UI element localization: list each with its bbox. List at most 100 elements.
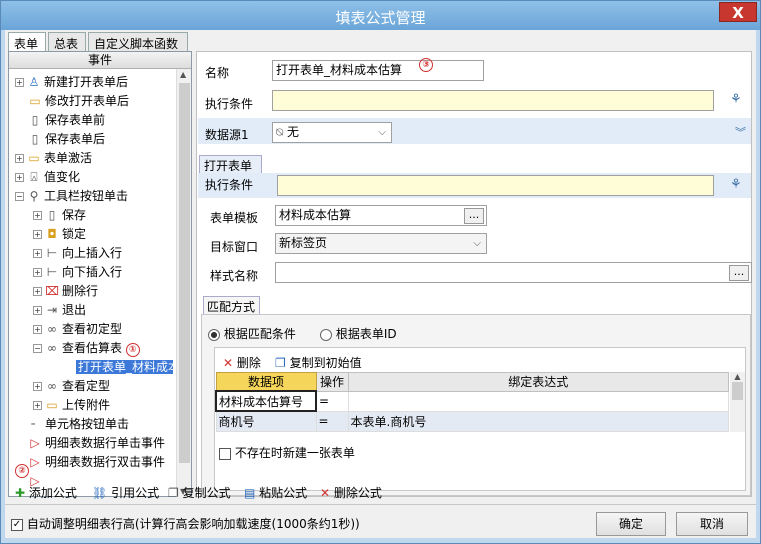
style-browse-button[interactable]: ... [729,265,749,281]
tree-node-view-initial[interactable]: + ∞ 查看初定型 [33,320,122,338]
expand-icon[interactable]: + [33,249,42,258]
match-mode-tab[interactable]: 匹配方式 [203,296,260,314]
datasource-select[interactable]: ⍉ 无 ⌵ [272,122,392,143]
style-input[interactable]: ... [275,262,752,283]
tree-node-value-change[interactable]: + ⍓ 值变化 [15,168,80,186]
wand-icon[interactable]: ⚘ [730,92,742,107]
tree-node-after-save[interactable]: ▯ 保存表单后 [28,130,105,148]
tree-node-lock[interactable]: + ◘ 锁定 [33,225,86,243]
condition-input[interactable] [272,90,714,111]
save-icon: ▯ [48,208,56,222]
condition-label: 执行条件 [205,97,254,111]
wand2-icon[interactable]: ⚘ [730,177,742,192]
expand-icon[interactable]: + [33,211,42,220]
tree-node-insert-down[interactable]: + ⊢ 向下插入行 [33,263,122,281]
radio-unchecked-icon [320,328,332,341]
tree-node-view-estimate[interactable]: − ∞ 查看估算表 ① [33,339,140,357]
expand-icon[interactable]: + [33,287,42,296]
copy-formula-button[interactable]: ❐ 复制公式 [168,484,231,501]
create-if-missing-checkbox[interactable]: 不存在时新建一张表单 [219,444,355,461]
insert-down-icon: ⊢ [46,265,58,279]
add-formula-button[interactable]: ✚ 添加公式 [15,484,77,501]
target-select[interactable]: 新标签页 ⌵ [275,233,487,254]
delete-formula-button[interactable]: ✕ 删除公式 [320,484,382,501]
reference-formula-button[interactable]: ⛓ 引用公式 [92,484,159,501]
template-label: 表单模板 [210,211,259,225]
close-button[interactable]: X [719,2,757,22]
tool-icon: ⚲ [29,189,39,203]
col-data-item[interactable]: 数据项 [215,372,317,392]
tree-node-row-dblclick[interactable]: ▷ 明细表数据行双击事件 [28,453,165,471]
col-operator[interactable]: 操作 [315,372,349,392]
grid-cell[interactable] [347,390,729,412]
style-label: 样式名称 [210,269,259,283]
binoculars-icon: ∞ [47,322,57,336]
grid-cell[interactable]: 本表单.商机号 [347,410,729,432]
table-row[interactable]: 商机号 = 本表单.商机号 [215,410,729,432]
expand-icon[interactable]: + [33,306,42,315]
expand-icon[interactable]: + [33,325,42,334]
checkbox-icon [219,447,231,460]
tab-summary[interactable]: 总表 [48,32,86,52]
tree-node-cell-button[interactable]: ╴ 单元格按钮单击 [28,415,129,433]
expand-icon[interactable]: + [33,401,42,410]
radio-checked-icon [208,328,220,341]
open-form-tab[interactable]: 打开表单 [199,155,262,173]
condition2-input[interactable] [277,175,714,196]
scroll-up-icon[interactable]: ▲ [730,372,745,381]
collapse-icon[interactable]: − [33,344,42,353]
insert-up-icon: ⊢ [46,246,58,260]
copy-initial-button[interactable]: ❐ 复制到初始值 [275,354,362,371]
expand-icon[interactable]: + [15,154,24,163]
tab-form[interactable]: 表单 [8,32,46,53]
folder-icon: ▭ [46,398,58,412]
tree-node-upload[interactable]: + ▭ 上传附件 [33,396,110,414]
expand-icon[interactable]: + [33,268,42,277]
tree-scrollbar[interactable]: ▲ ▼ [176,69,191,497]
scroll-thumb[interactable] [732,382,743,400]
expand-icon[interactable]: + [15,78,24,87]
tree-node-view-final[interactable]: + ∞ 查看定型 [33,377,110,395]
table-row[interactable]: 材料成本估算号 = [215,390,729,412]
datasource-label: 数据源1 [205,128,249,142]
expand-icon[interactable]: + [15,173,24,182]
tree-node-edit-open[interactable]: ▭ 修改打开表单后 [28,92,129,110]
tab-custom-script[interactable]: 自定义脚本函数 [88,32,188,52]
expand-icon[interactable]: + [33,382,42,391]
tree-node-open-form-selected[interactable]: 打开表单_材料成本 [76,358,173,376]
tree-node-delete-row[interactable]: + ⌧ 删除行 [33,282,98,300]
tree-node-row-click[interactable]: ▷ 明细表数据行单击事件 [28,434,165,452]
cancel-button[interactable]: 取消 [676,512,748,536]
scroll-thumb[interactable] [179,83,190,463]
scroll-up-icon[interactable]: ▲ [180,70,186,79]
tree-node-save[interactable]: + ▯ 保存 [33,206,86,224]
auto-row-height-checkbox[interactable]: ✓ 自动调整明细表行高(计算行高会影响加载速度(1000条约1秒)) [11,515,360,532]
match-grid-box: ✕ 删除 ❐ 复制到初始值 数据项 操作 绑定表达式 材料成本估算号 = 商机号… [214,347,746,491]
grid-scrollbar[interactable]: ▲ [730,372,745,432]
delete-condition-button[interactable]: ✕ 删除 [223,354,261,371]
tree-node-before-save[interactable]: ▯ 保存表单前 [28,111,105,129]
tree-node-exit[interactable]: + ⇥ 退出 [33,301,86,319]
grid-cell[interactable]: 商机号 [215,410,317,432]
expand-icon[interactable]: + [33,230,42,239]
tree-node-toolbar-click[interactable]: − ⚲ 工具栏按钮单击 [15,187,128,205]
collapse-double-icon[interactable]: ︾ [735,124,746,140]
grid-cell[interactable]: = [315,410,349,432]
tree-node-new-open[interactable]: + ♙ 新建打开表单后 [15,73,128,91]
lock-icon: ◘ [47,227,57,241]
paste-formula-button[interactable]: ▤ 粘贴公式 [244,484,307,501]
name-input[interactable]: 打开表单_材料成本估算 [272,60,484,81]
template-browse-button[interactable]: ... [464,208,484,224]
template-input[interactable]: 材料成本估算... [275,205,487,226]
radio-form-id[interactable]: 根据表单ID [320,325,397,342]
formula-editor-panel: 名称 打开表单_材料成本估算 ③ 执行条件 ⚘ 数据源1 ⍉ 无 ⌵ ︾ 打开表单… [196,51,752,497]
tree-node-insert-up[interactable]: + ⊢ 向上插入行 [33,244,122,262]
radio-match-condition[interactable]: 根据匹配条件 [208,325,296,342]
tree-node-activate[interactable]: + ▭ 表单激活 [15,149,92,167]
grid-cell[interactable]: 材料成本估算号 [215,390,317,412]
ok-button[interactable]: 确定 [596,512,666,536]
dialog-window: 填表公式管理 X 表单 总表 自定义脚本函数 事件 + ♙ 新建打开表单后 ▭ 修改打… [0,0,761,544]
col-expression[interactable]: 绑定表达式 [347,372,729,392]
grid-cell[interactable]: = [315,390,349,412]
collapse-icon[interactable]: − [15,192,24,201]
